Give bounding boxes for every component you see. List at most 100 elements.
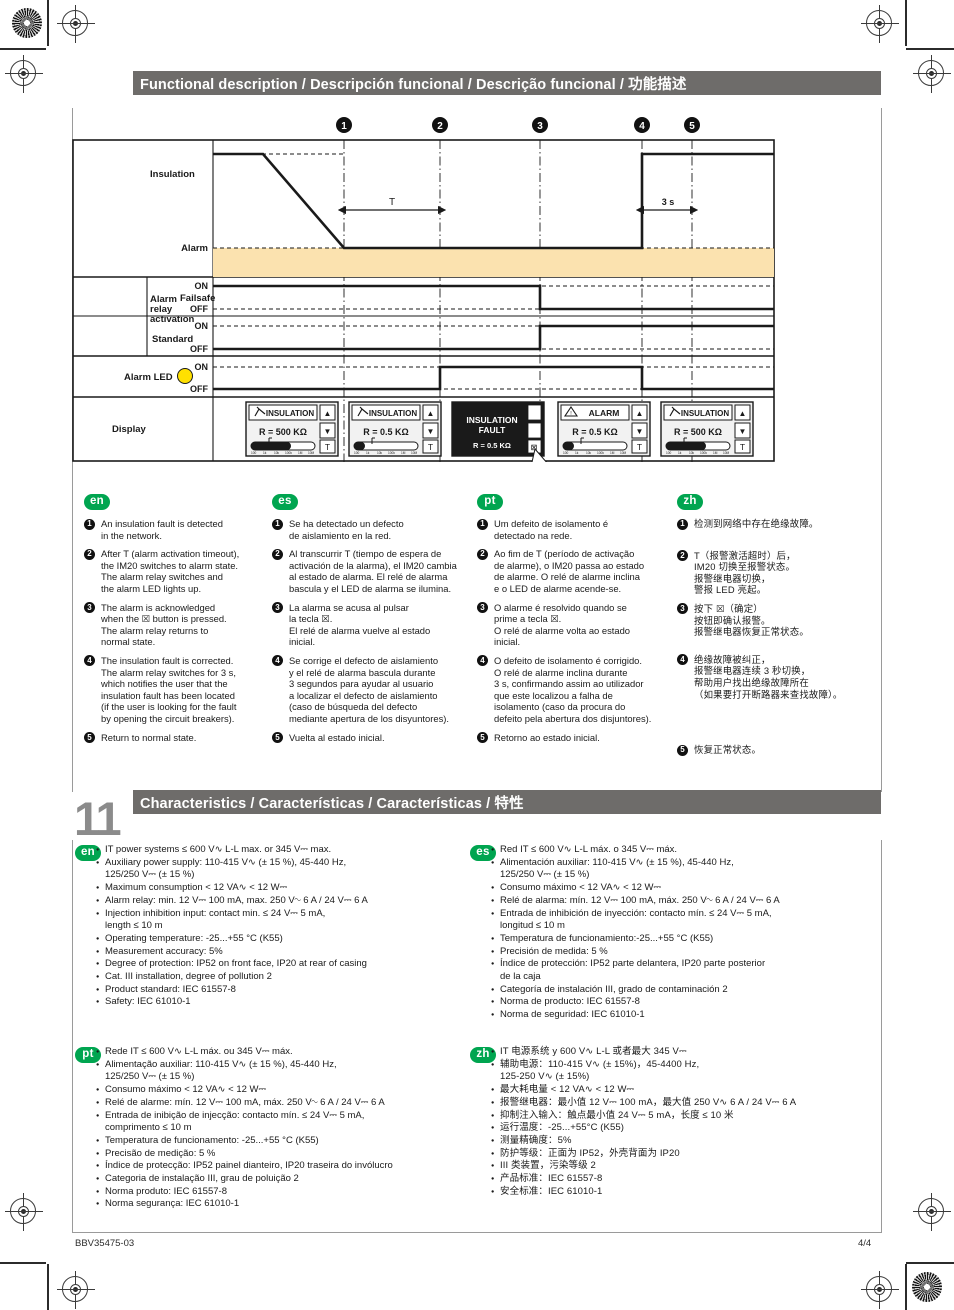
color-registration-patch	[12, 8, 42, 38]
step-number: 4	[477, 655, 488, 667]
svg-text:100k: 100k	[285, 451, 292, 455]
svg-text:1M: 1M	[713, 451, 718, 455]
step-text: Se corrige el defecto de aislamiento y e…	[289, 654, 449, 724]
step-item: 2 Ao fim de T (período de activação de al…	[477, 548, 669, 594]
characteristics-item: Auxiliary power supply: 110-415 V∿ (± 15…	[96, 857, 470, 882]
svg-text:OFF: OFF	[190, 384, 208, 394]
step-number: 3	[677, 603, 688, 615]
step-number: 1	[272, 518, 283, 530]
crop-line-bottom-right-h	[906, 1262, 954, 1264]
svg-text:10M: 10M	[411, 451, 418, 455]
failsafe-label: Failsafe	[180, 293, 215, 304]
characteristics-item: Degree of protection: IP52 on front face…	[96, 958, 470, 971]
characteristics-item: Alarm relay: min. 12 V⎓ 100 mA, max. 250…	[96, 895, 470, 908]
step-text: O alarme é resolvido quando se prime a t…	[494, 601, 631, 648]
characteristics-block-en: en IT power systems ≤ 600 V∿ L-L max. or…	[75, 844, 470, 1009]
characteristics-item: Product standard: IEC 61557-8	[96, 984, 470, 997]
svg-text:10M: 10M	[723, 451, 730, 455]
step-number: 1	[84, 518, 95, 530]
characteristics-list-zh: IT 电源系统 y 600 V∿ L-L 或者最大 345 V⎓ 辅助电源：11…	[470, 1046, 882, 1198]
characteristics-item: IT power systems ≤ 600 V∿ L-L max. or 34…	[96, 844, 470, 857]
step-number: 3	[477, 602, 488, 614]
steps-column-pt: pt 1 Um defeito de isolamento é detectado…	[477, 494, 669, 750]
crop-line-bottom-left-h	[0, 1262, 46, 1264]
step-text: T（报警激活超时）后， IM20 切换至报警状态。 报警继电器切换， 警报 LE…	[694, 549, 796, 596]
characteristics-title: Characteristics / Características / Cara…	[140, 795, 524, 812]
registration-mark-top-right	[861, 5, 899, 43]
language-badge-en: en	[84, 494, 110, 510]
svg-text:10M: 10M	[308, 451, 315, 455]
step-item: 4 O defeito de isolamento é corrigido. O …	[477, 655, 669, 725]
footer-document-number: BBV35475-03	[75, 1238, 135, 1249]
characteristics-item: Safety: IEC 61010-1	[96, 996, 470, 1009]
step-number: 2	[477, 548, 488, 560]
step-item: 1 检测到网络中存在绝缘故障。	[677, 518, 877, 530]
characteristics-item: Injection inhibition input: contact min.…	[96, 908, 470, 933]
characteristics-item: Precisión de medida: 5 %	[491, 946, 882, 959]
svg-text:100: 100	[666, 451, 672, 455]
svg-text:100k: 100k	[700, 451, 707, 455]
step-number: 3	[272, 602, 283, 614]
alarm-threshold-label: Alarm	[181, 243, 208, 254]
characteristics-item: 测量精确度：5%	[491, 1135, 882, 1148]
characteristics-item: Relé de alarma: mín. 12 V⎓ 100 mA, máx. …	[491, 895, 882, 908]
svg-text:INSULATION: INSULATION	[681, 409, 730, 418]
characteristics-item: 抑制注入输入：触点最小值 24 V⎓ 5 mA，长度 ≤ 10 米	[491, 1110, 882, 1123]
step-text: 检测到网络中存在绝缘故障。	[694, 518, 819, 529]
svg-text:▼: ▼	[427, 427, 435, 436]
svg-text:T: T	[740, 442, 745, 452]
step-text: Return to normal state.	[101, 731, 197, 743]
characteristics-item: Temperatura de funcionamento: -25...+55 …	[96, 1135, 475, 1148]
language-badge-zh: zh	[677, 494, 703, 510]
step-number: 4	[677, 654, 688, 666]
language-badge-es: es	[272, 494, 298, 510]
step-number: 5	[84, 732, 95, 743]
display-screen-2: INSULATION R = 0.5 KΩ 100 1k 10k 100k 1M 10M…	[348, 401, 442, 457]
registration-mark-right-upper	[913, 55, 951, 93]
svg-text:R = 0.5 KΩ: R = 0.5 KΩ	[473, 441, 511, 450]
characteristics-list-es: Red IT ≤ 600 V∿ L-L máx. o 345 V⎓ máx. A…	[470, 844, 882, 1022]
step-text: 绝缘故障被纠正， 报警继电器连续 3 秒切换， 帮助用户找出绝缘故障所在 （如果…	[694, 653, 843, 700]
characteristics-item: Rede IT ≤ 600 V∿ L-L máx. ou 345 V⎓ máx.	[96, 1046, 475, 1059]
characteristics-item: 最大耗电量 < 12 VA∿ < 12 W⎓	[491, 1084, 882, 1097]
step-number: 5	[677, 744, 688, 756]
characteristics-block-pt: pt Rede IT ≤ 600 V∿ L-L máx. ou 345 V⎓ m…	[75, 1046, 475, 1211]
characteristics-item: 防护等级：正面为 IP52，外壳背面为 IP20	[491, 1148, 882, 1161]
diagram-markers: 1 2 3 4 5	[336, 117, 700, 133]
svg-text:1k: 1k	[366, 451, 370, 455]
alarm-threshold-band	[213, 248, 774, 277]
step-number: 1	[677, 518, 688, 530]
display-screen-1: INSULATION R = 500 KΩ 100 1k 10k 100k 1M 10M…	[245, 401, 339, 457]
step-text: Al transcurrir T (tiempo de espera de ac…	[289, 548, 457, 594]
characteristics-item: Red IT ≤ 600 V∿ L-L máx. o 345 V⎓ máx.	[491, 844, 882, 857]
step-text: O defeito de isolamento é corrigido. O r…	[494, 654, 652, 724]
step-text: After T (alarm activation timeout), the …	[101, 548, 240, 594]
svg-text:▼: ▼	[739, 427, 747, 436]
characteristics-item: Entrada de inibição de injecção: contact…	[96, 1110, 475, 1135]
standard-waveform	[213, 324, 774, 351]
step-text: Se ha detectado un defecto de aislamient…	[289, 518, 404, 541]
step-item: 3 The alarm is acknowledged when the ☒ bu…	[84, 602, 269, 648]
svg-text:T: T	[325, 442, 330, 452]
display-row-label: Display	[112, 424, 147, 435]
characteristics-list-pt: Rede IT ≤ 600 V∿ L-L máx. ou 345 V⎓ máx.…	[75, 1046, 475, 1211]
svg-text:FAULT: FAULT	[479, 425, 507, 435]
step-item: 1 An insulation fault is detected in the …	[84, 518, 269, 541]
step-number: 5	[272, 732, 283, 743]
svg-text:2: 2	[437, 121, 443, 132]
crop-line-bottom-left-v	[47, 1264, 49, 1310]
characteristics-item: IT 电源系统 y 600 V∿ L-L 或者最大 345 V⎓	[491, 1046, 882, 1059]
svg-text:T: T	[637, 442, 642, 452]
crop-line-bottom-right-v	[905, 1264, 907, 1310]
step-text: Ao fim de T (período de activação de ala…	[494, 548, 645, 594]
svg-text:10k: 10k	[586, 451, 592, 455]
characteristics-item: Precisão de medição: 5 %	[96, 1148, 475, 1161]
step-text: An insulation fault is detected in the n…	[101, 518, 223, 541]
svg-text:▲: ▲	[324, 409, 332, 418]
registration-mark-bottom-left	[5, 1193, 43, 1231]
svg-text:INSULATION: INSULATION	[266, 409, 315, 418]
svg-text:1M: 1M	[298, 451, 303, 455]
language-badge-pt: pt	[477, 494, 503, 510]
svg-text:1k: 1k	[575, 451, 579, 455]
svg-text:ON: ON	[195, 281, 209, 291]
